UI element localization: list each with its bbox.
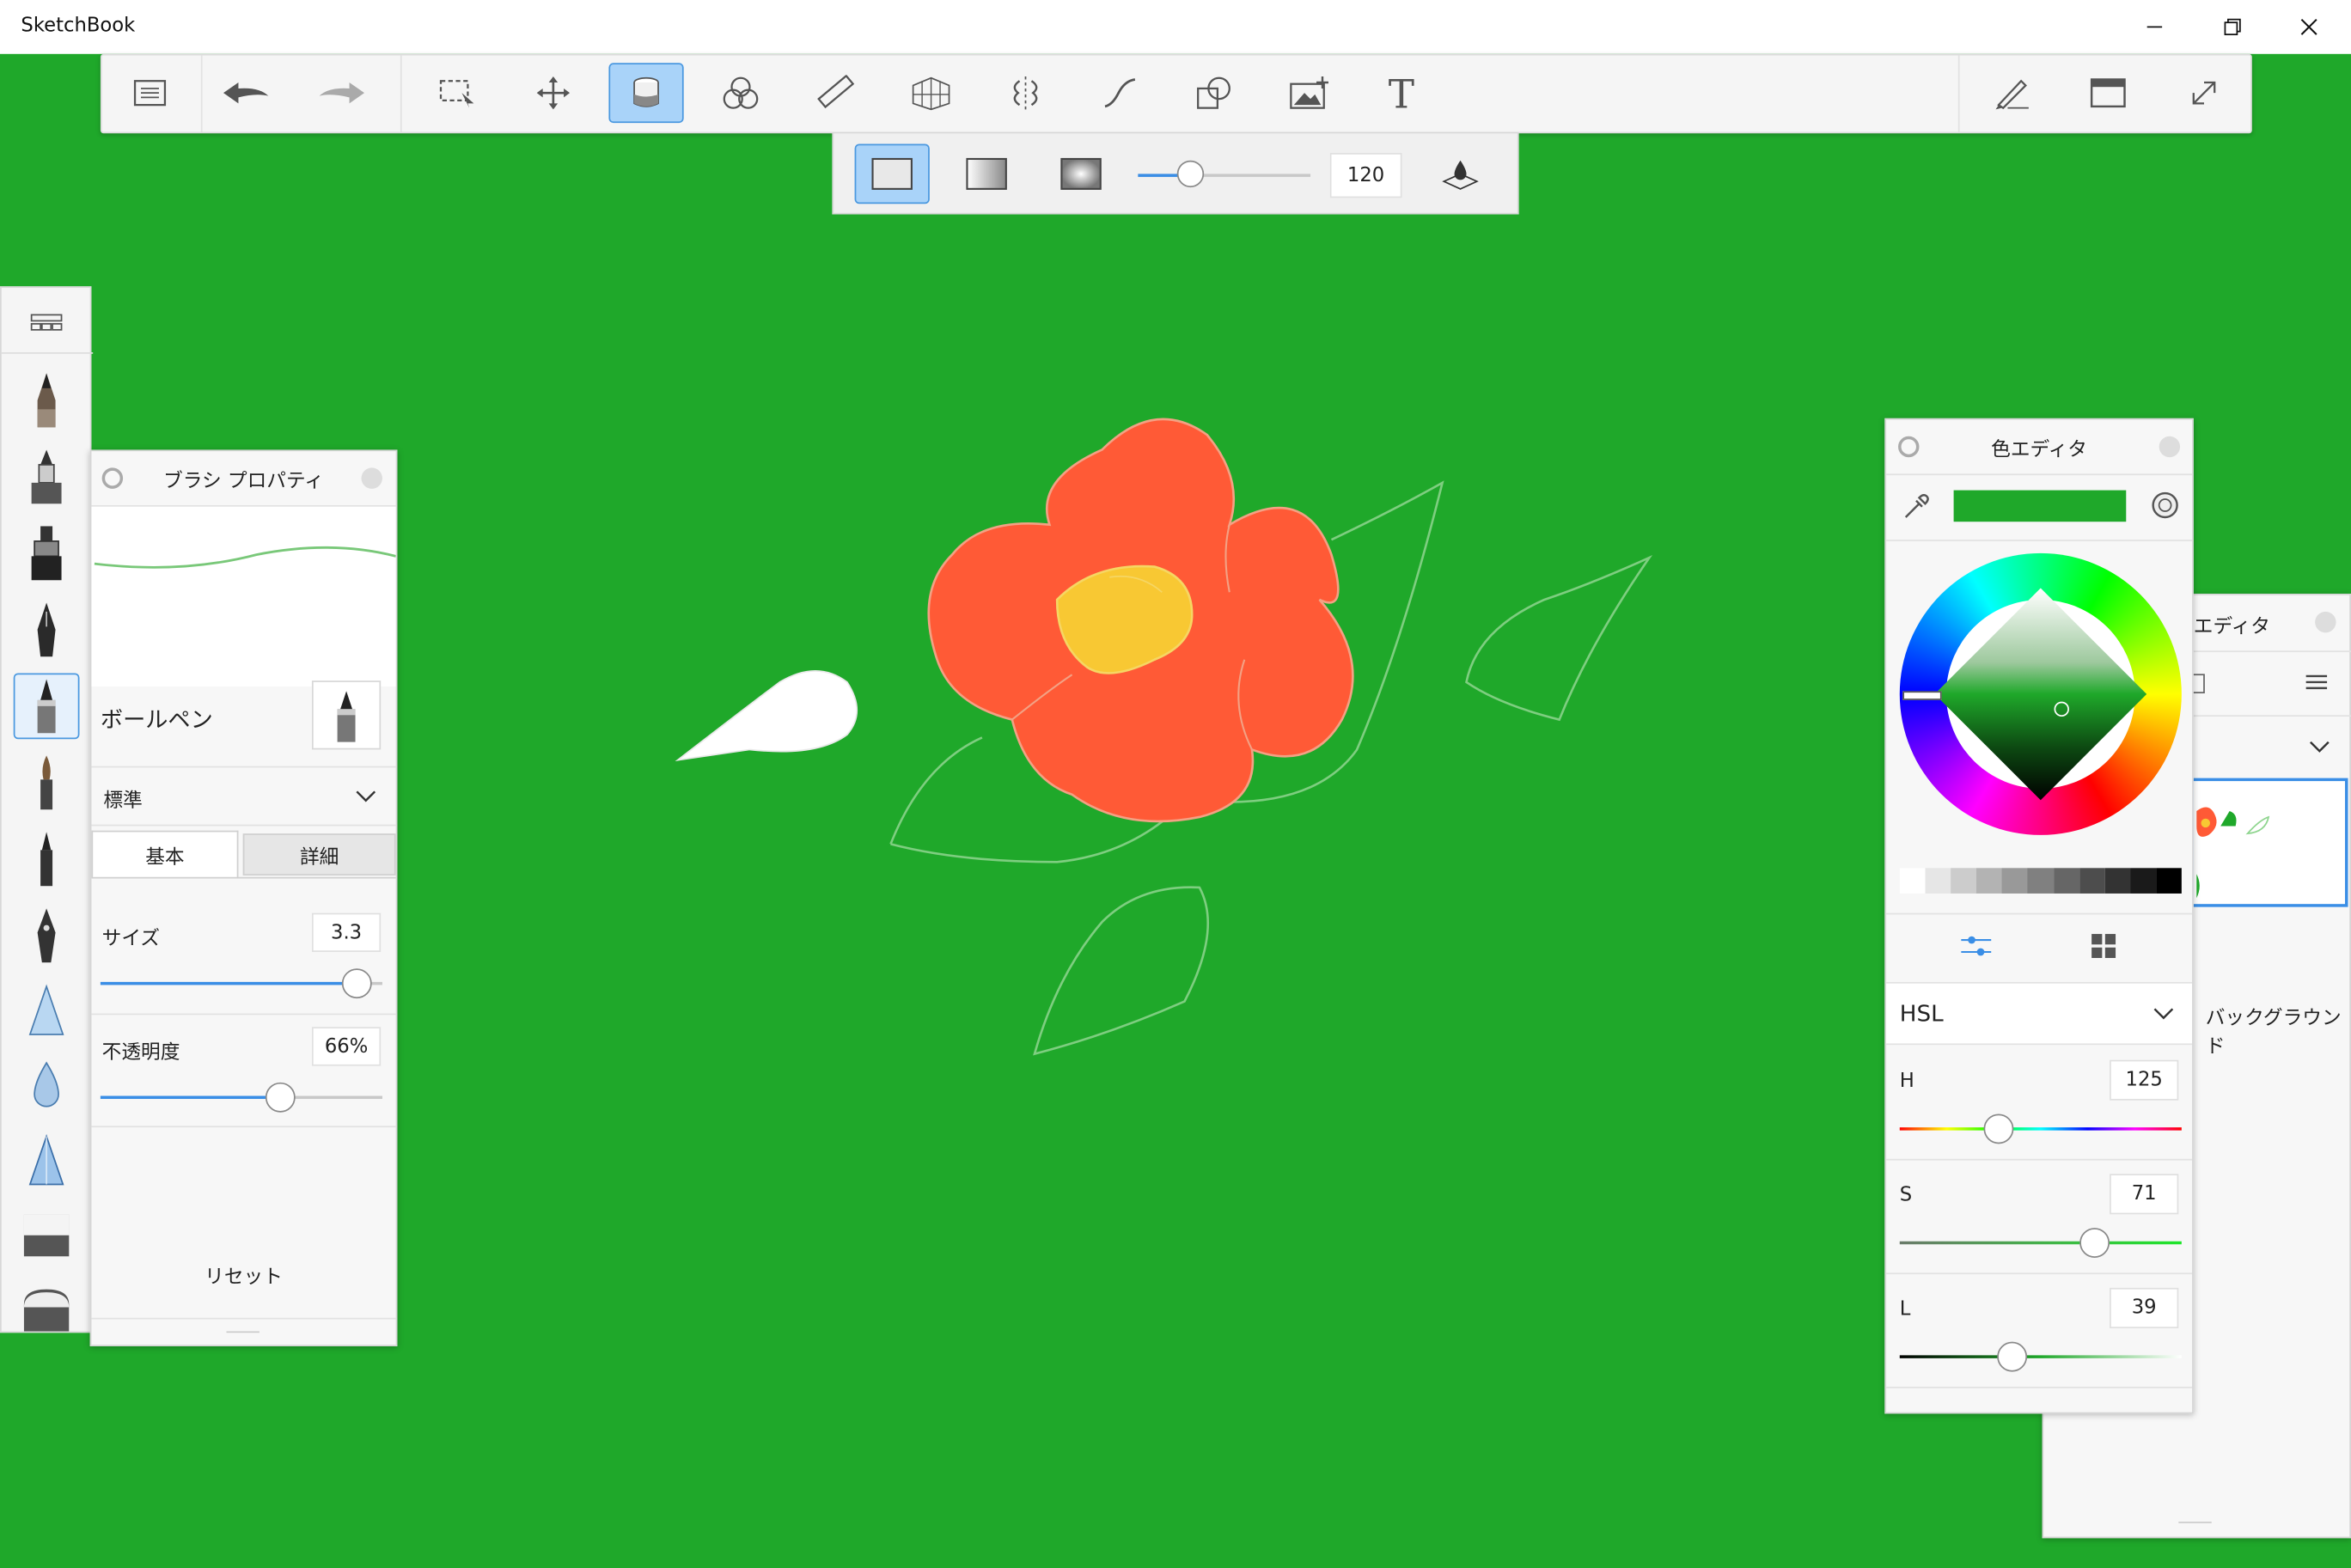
color-mode-value: HSL [1899,999,1944,1028]
brush-properties-panel: ブラシ プロパティ ボールペン 標準 基本 詳細 サイズ 3.3 不透明度 66… [89,449,398,1346]
saturation-lightness-square[interactable] [1934,588,2147,801]
eraser-soft-brush[interactable] [14,1278,80,1344]
cone-icon [28,1133,64,1186]
resize-handle[interactable] [2178,1522,2212,1523]
sliders-view-button[interactable] [1960,932,1993,965]
fine-pen-brush[interactable] [14,826,80,892]
sliders-icon [1961,936,1992,956]
chevron-down-icon [356,790,376,802]
airbrush-brush[interactable] [14,443,80,509]
resize-handle[interactable] [226,1331,260,1333]
current-color-swatch [1953,490,2127,522]
ballpoint-pen-icon [337,691,356,742]
color-puck-button[interactable] [2148,489,2181,528]
swatches-view-button[interactable] [2090,932,2116,965]
smudge-brush[interactable] [14,978,80,1044]
ink-pen-brush[interactable] [14,596,80,662]
preset-value: 標準 [103,790,143,813]
layer-preview [2196,807,2270,899]
panel-close-icon[interactable] [2159,436,2181,458]
hue-label: H [1899,1070,1914,1094]
paintbrush-brush[interactable] [14,749,80,815]
paintbrush-icon [40,755,53,810]
hue-slider[interactable] [1899,1113,2182,1144]
opacity-value[interactable]: 66% [311,1027,382,1066]
airbrush-icon [31,449,62,504]
size-label: サイズ [101,928,161,951]
opacity-slider[interactable] [100,1082,382,1113]
lightness-slider[interactable] [1899,1341,2182,1372]
water-drop-icon [34,1061,59,1107]
color-editor-panel: 色エディタ HSL H 125 S 71 L 39 [1884,418,2194,1414]
saturation-value[interactable]: 71 [2110,1174,2179,1215]
soft-eraser-icon [23,1289,70,1332]
preset-dropdown[interactable]: 標準 [91,766,396,827]
grid-icon [30,314,63,331]
opacity-label: 不透明度 [101,1041,180,1065]
panel-close-icon[interactable] [361,467,382,489]
brush-panel-title: ブラシ プロパティ [163,470,324,493]
brush-library-button[interactable] [24,306,69,345]
brush-column [0,286,94,1333]
background-layer-label[interactable]: バックグラウンド [2206,1002,2350,1059]
ink-pen-icon [37,602,56,657]
pencil-icon [37,373,56,428]
stroke-preview [91,506,396,687]
white-petal [675,669,858,762]
panel-close-icon[interactable] [2315,611,2336,633]
calligraphy-brush[interactable] [14,902,80,968]
stroke-preview-curve [94,546,396,569]
color-picker-cursor[interactable] [2054,701,2069,717]
water-brush[interactable] [14,1052,80,1119]
pencil-brush[interactable] [14,368,80,434]
chevron-down-icon [2310,741,2330,753]
eraser-hard-brush[interactable] [14,1202,80,1268]
tab-basic[interactable]: 基本 [91,830,239,879]
hue-value[interactable]: 125 [2110,1059,2179,1101]
smudge-icon [28,984,64,1035]
flower [927,418,1354,823]
size-slider[interactable] [100,968,382,999]
marker-icon [31,526,62,581]
hamburger-icon [2305,674,2328,690]
color-wheel-small-icon [2152,491,2178,519]
brush-name: ボールペン [100,705,213,734]
tab-advanced[interactable]: 詳細 [242,833,396,876]
reset-button[interactable]: リセット [91,1260,395,1289]
eyedropper-icon [1904,493,1929,518]
fine-pen-icon [40,832,53,887]
ballpoint-brush[interactable] [13,673,80,740]
lightness-value[interactable]: 39 [2110,1287,2179,1328]
layer-thumbnail[interactable] [2190,778,2348,907]
hue-ring[interactable] [1899,552,2182,835]
chevron-down-icon [2153,1008,2174,1020]
lightness-label: L [1899,1298,1911,1321]
layer-panel-title: エディタ [2193,616,2270,639]
saturation-label: S [1899,1184,1913,1207]
brush-thumbnail[interactable] [311,680,382,750]
saturation-slider[interactable] [1899,1228,2182,1258]
eyedropper-button[interactable] [1902,491,1932,528]
blur-brush[interactable] [14,1127,80,1193]
gray-swatch-strip[interactable] [1899,868,2182,894]
eraser-icon [23,1214,70,1257]
grid-swatches-icon [2091,934,2116,958]
layer-menu-button[interactable] [2305,670,2329,700]
calligraphy-pen-icon [37,908,56,963]
hue-marker[interactable] [1902,691,1942,700]
color-panel-title: 色エディタ [1991,438,2087,461]
marker-brush[interactable] [14,520,80,586]
color-mode-dropdown[interactable]: HSL [1886,981,2193,1046]
ballpoint-pen-icon [37,679,56,734]
size-value[interactable]: 3.3 [311,912,382,953]
